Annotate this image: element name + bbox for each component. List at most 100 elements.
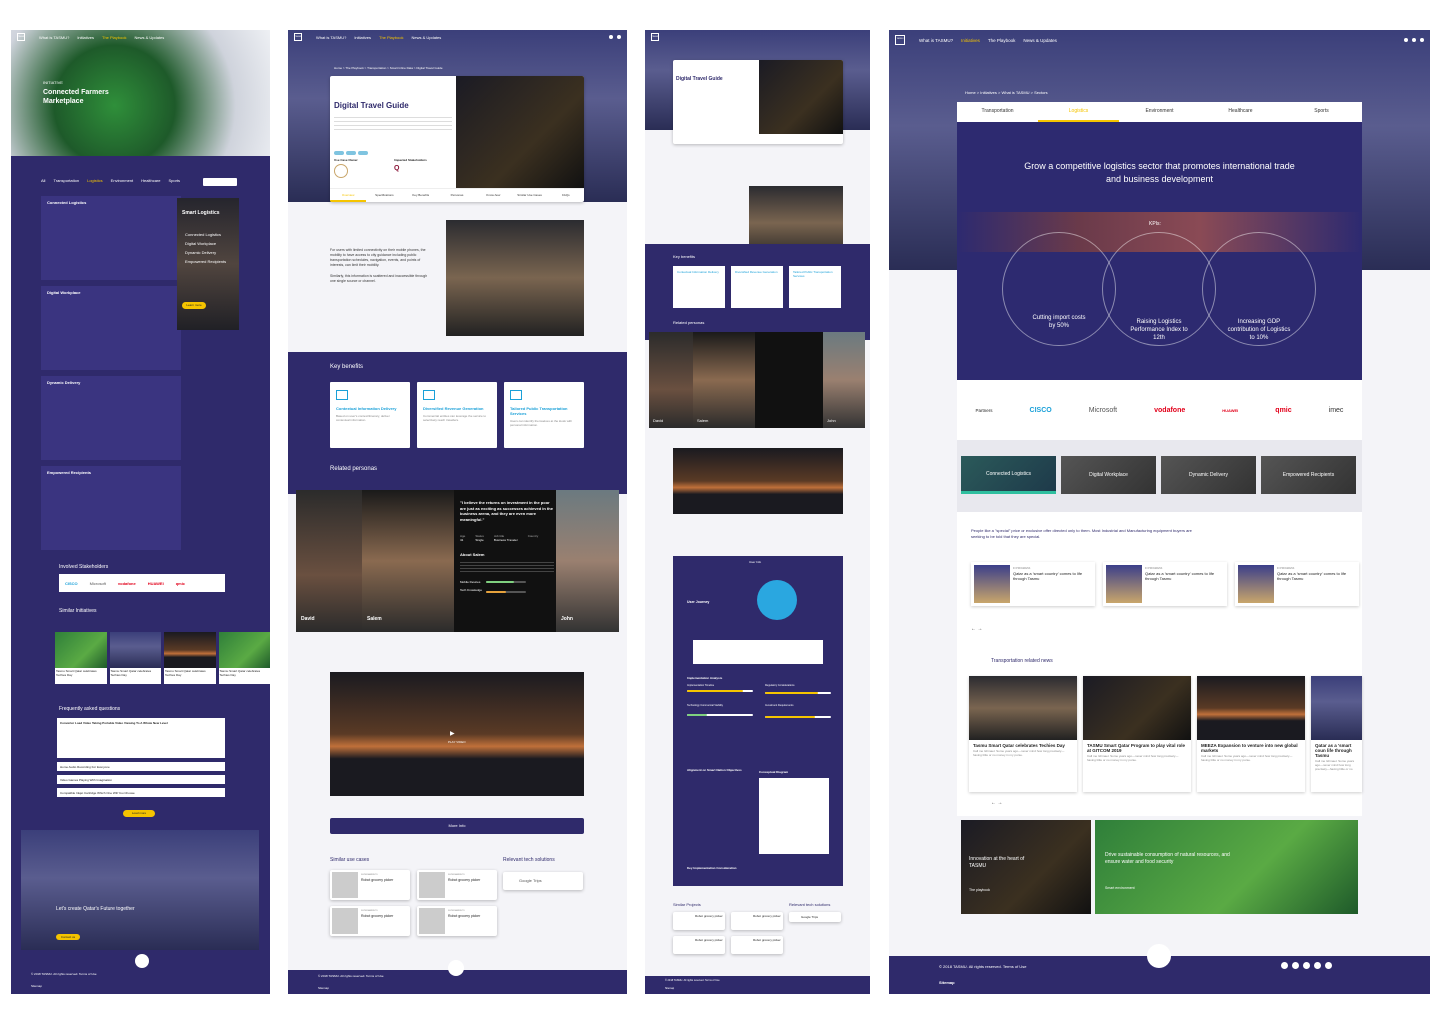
use-case-mini[interactable]: SUPERMARKETS Robot grocery picker: [417, 906, 497, 936]
tab-faqs[interactable]: FAQs: [548, 189, 584, 202]
youtube-icon[interactable]: [1325, 962, 1332, 969]
tab-environment[interactable]: Environment: [1119, 102, 1200, 122]
tasmu-logo[interactable]: TASMU: [895, 35, 905, 45]
sector-card-empowered-recipients[interactable]: Empowered Recipients: [1261, 456, 1356, 494]
persona-card-salem[interactable]: Salem: [362, 490, 454, 632]
robot-card[interactable]: Robot grocery picker: [731, 912, 783, 930]
use-case-mini[interactable]: SUPERMARKETS Robot grocery picker: [417, 870, 497, 900]
similar-card[interactable]: Tasmu Smart Qatar celebrates Techies Day: [218, 632, 270, 684]
language-icon[interactable]: [1404, 38, 1408, 42]
persona-card-david[interactable]: David: [296, 490, 362, 632]
filter-environment[interactable]: Environment: [111, 178, 133, 183]
video-player[interactable]: ▶ PLAY VIDEO: [330, 672, 584, 796]
faq-item[interactable]: Video Games Playing With Imagination: [57, 775, 225, 784]
breadcrumb[interactable]: Home > The Playbook > Transportation > S…: [334, 66, 443, 70]
conceptual-diagram[interactable]: [759, 778, 829, 854]
news-card[interactable]: TASMU Smart Qatar Program to play vital …: [1083, 676, 1191, 792]
linkedin-icon[interactable]: [1314, 962, 1321, 969]
promo-link[interactable]: Smart environment: [1105, 886, 1135, 890]
tab-overview[interactable]: Overview: [330, 189, 367, 202]
tab-specifications[interactable]: Specifications: [366, 189, 402, 202]
search-icon[interactable]: [1412, 38, 1416, 42]
share-icon[interactable]: [1420, 38, 1424, 42]
journey-tab[interactable]: User Info: [749, 560, 761, 564]
news-card[interactable]: Tasmu Smart Qatar celebrates Techies Day…: [969, 676, 1077, 792]
faq-load-more-button[interactable]: Load more: [123, 810, 155, 817]
nav-link[interactable]: News & Updates: [134, 35, 164, 40]
tab-healthcare[interactable]: Healthcare: [1200, 102, 1281, 122]
nav-link[interactable]: What is TASMU?: [316, 35, 346, 40]
more-info-button[interactable]: More Info: [330, 818, 584, 834]
faq-item[interactable]: Home Audio Recording For Everyone: [57, 762, 225, 771]
similar-card[interactable]: Tasmu Smart Qatar celebrates Techies Day: [55, 632, 107, 684]
nav-link[interactable]: News & Updates: [411, 35, 441, 40]
nav-link-active[interactable]: Initiatives: [961, 38, 980, 43]
initiative-card[interactable]: IN PROGRESS Qatar as a 'smart country' co…: [971, 562, 1095, 606]
filter-all[interactable]: All: [41, 178, 45, 183]
tab-similar[interactable]: Similar Use Cases: [511, 189, 547, 202]
robot-card[interactable]: Robot grocery picker: [673, 912, 725, 930]
news-card[interactable]: MEEZA Expansion to venture into new glob…: [1197, 676, 1305, 792]
news-carousel-arrows[interactable]: ← →: [991, 800, 1002, 806]
side-item[interactable]: Digital Workplace: [185, 239, 226, 248]
cta-button[interactable]: Contact us: [56, 934, 80, 940]
nav-link-active[interactable]: The Playbook: [379, 35, 403, 40]
faq-item-open[interactable]: Converter Load Video Taking Portable Vid…: [57, 718, 225, 758]
sitemap-link[interactable]: Sitemap: [318, 986, 329, 990]
similar-card[interactable]: Tasmu Smart Qatar celebrates Techies Day: [164, 632, 216, 684]
initiative-card[interactable]: IN PROGRESS Qatar as a 'smart country' co…: [1103, 562, 1227, 606]
nav-link-active[interactable]: The Playbook: [102, 35, 126, 40]
promo-link[interactable]: The playbook: [969, 888, 990, 892]
persona-card-david[interactable]: David: [649, 332, 693, 428]
tab-transportation[interactable]: Transportation: [957, 102, 1038, 122]
persona-card-john[interactable]: John: [556, 490, 619, 632]
journey-step-active[interactable]: [757, 580, 797, 620]
nav-link[interactable]: What is TASMU?: [39, 35, 69, 40]
similar-card[interactable]: Tasmu Smart Qatar celebrates Techies Day: [109, 632, 161, 684]
tasmu-logo[interactable]: TASMU: [651, 33, 659, 41]
sort-select[interactable]: [203, 178, 237, 186]
facebook-icon[interactable]: [1281, 962, 1288, 969]
persona-card-salem[interactable]: Salem: [693, 332, 755, 428]
tab-key-benefits[interactable]: Key Benefits: [403, 189, 439, 202]
breadcrumb[interactable]: Home > Initiatives > What is TASMU > Sec…: [965, 90, 1048, 95]
tasmu-logo[interactable]: TASMU: [17, 33, 25, 41]
tab-sports[interactable]: Sports: [1281, 102, 1362, 122]
robot-card[interactable]: Robot grocery picker: [673, 936, 725, 954]
filter-transportation[interactable]: Transportation: [53, 178, 79, 183]
tasmu-logo[interactable]: TASMU: [294, 33, 302, 41]
nav-link[interactable]: The Playbook: [988, 38, 1016, 43]
side-item[interactable]: Dynamic Delivery: [185, 248, 226, 257]
news-card[interactable]: Qatar as a 'smart coun life through Tasm…: [1311, 676, 1362, 792]
nav-link[interactable]: News & Updates: [1023, 38, 1057, 43]
sitemap-link[interactable]: Sitemap: [665, 987, 674, 990]
side-item[interactable]: Connected Logistics: [185, 230, 226, 239]
use-case-mini[interactable]: SUPERMARKETS Robot grocery picker: [330, 870, 410, 900]
sector-card-digital-workplace[interactable]: Digital Workplace: [1061, 456, 1156, 494]
language-icon[interactable]: [609, 35, 613, 39]
tab-know-how[interactable]: Know-how: [475, 189, 511, 202]
initiative-card[interactable]: IN PROGRESS Qatar as a 'smart country' co…: [1235, 562, 1359, 606]
nav-link[interactable]: Initiatives: [77, 35, 94, 40]
persona-card-john[interactable]: John: [823, 332, 865, 428]
promo-card-environment[interactable]: Drive sustainable consumption of natural…: [1095, 820, 1358, 914]
tech-item-google-trips[interactable]: Google Trips: [503, 872, 583, 890]
robot-card[interactable]: Robot grocery picker: [731, 936, 783, 954]
sitemap-link[interactable]: Sitemap: [939, 980, 955, 985]
sector-card-connected-logistics[interactable]: Connected Logistics: [961, 456, 1056, 494]
filter-logistics[interactable]: Logistics: [87, 178, 103, 183]
twitter-icon[interactable]: [1292, 962, 1299, 969]
side-item[interactable]: Empowered Recipients: [185, 257, 226, 266]
tab-personas[interactable]: Personas: [439, 189, 475, 202]
filter-sports[interactable]: Sports: [168, 178, 180, 183]
carousel-arrows[interactable]: ← →: [971, 626, 982, 632]
video-player[interactable]: [673, 448, 843, 514]
filter-healthcare[interactable]: Healthcare: [141, 178, 160, 183]
side-learn-more-button[interactable]: Learn more: [182, 302, 206, 309]
sitemap-link[interactable]: Sitemap: [31, 984, 42, 988]
tab-logistics[interactable]: Logistics: [1038, 102, 1119, 122]
sector-card-dynamic-delivery[interactable]: Dynamic Delivery: [1161, 456, 1256, 494]
faq-item[interactable]: Compatible Inkjet Cartridge Which One Wi…: [57, 788, 225, 797]
search-icon[interactable]: [617, 35, 621, 39]
tech-item[interactable]: Google Trips: [789, 912, 841, 922]
